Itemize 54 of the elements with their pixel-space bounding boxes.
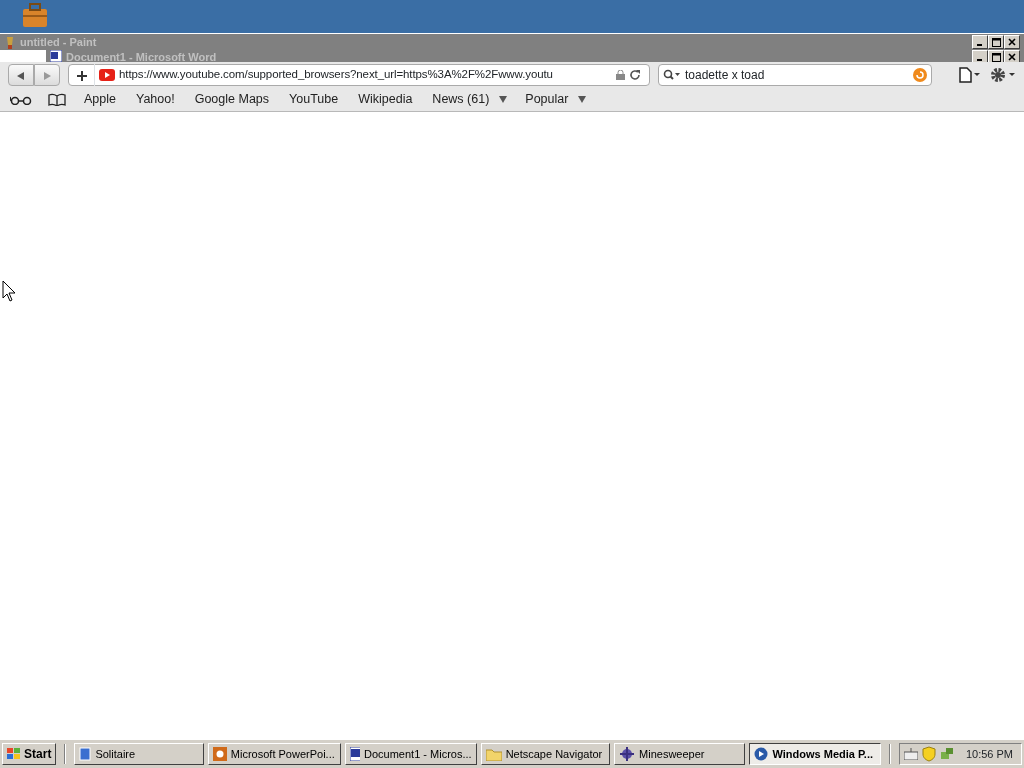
taskbar-button[interactable]: Document1 - Micros... <box>345 743 477 765</box>
play-icon <box>99 69 115 81</box>
url-text: https://www.youtube.com/supported_browsers?next_url=https%3A%2F%2Fwww.youtu <box>119 67 554 83</box>
keyboard-icon[interactable] <box>903 748 918 760</box>
start-button[interactable]: Start <box>2 743 57 765</box>
maximize-button[interactable] <box>988 35 1004 49</box>
bookmark-link[interactable]: Google Maps <box>192 90 272 109</box>
close-icon <box>1008 38 1016 47</box>
settings-icon[interactable] <box>990 67 1016 83</box>
bookmarks-icon[interactable] <box>48 93 66 106</box>
taskbar-button[interactable]: Solitaire <box>74 743 204 765</box>
minimize-button[interactable] <box>972 50 988 62</box>
card-icon <box>79 747 92 761</box>
maximize-icon <box>991 37 1001 47</box>
forward-icon <box>43 71 51 80</box>
search-field[interactable]: toadette x toad <box>658 64 932 86</box>
reload-icon[interactable] <box>629 69 641 81</box>
bookmark-menu[interactable]: Popular <box>523 90 571 109</box>
bookmark-link[interactable]: Apple <box>82 90 118 109</box>
folder-icon <box>485 747 502 761</box>
search-icon[interactable] <box>663 69 681 81</box>
close-icon <box>1008 53 1016 62</box>
paint-icon <box>4 35 16 49</box>
document-icon <box>50 50 62 62</box>
bookmark-menu[interactable]: News (61) <box>430 90 492 109</box>
document-icon <box>350 747 361 761</box>
taskbar-button[interactable]: Netscape Navigator <box>480 743 611 765</box>
taskbar-button[interactable]: Minesweeper <box>614 743 746 765</box>
taskbar-button[interactable]: Microsoft PowerPoi... <box>207 743 342 765</box>
back-icon <box>17 71 25 80</box>
play-icon <box>754 747 769 761</box>
clock: 10:56 PM <box>965 746 1013 762</box>
mine-icon <box>619 747 636 761</box>
window-title: untitled - Paint <box>20 35 97 50</box>
bookmark-link[interactable]: Yahoo! <box>134 90 177 109</box>
search-text: toadette x toad <box>685 67 766 84</box>
briefcase-icon[interactable] <box>20 0 50 30</box>
reading-list-icon[interactable] <box>10 94 32 105</box>
windows-logo-icon <box>7 748 21 760</box>
lock-icon <box>616 70 625 80</box>
plus-icon <box>76 70 87 81</box>
maximize-button[interactable] <box>988 50 1004 62</box>
close-button[interactable] <box>1004 50 1020 62</box>
taskbar-button[interactable]: Windows Media P... <box>749 743 881 765</box>
minimize-button[interactable] <box>972 35 988 49</box>
bookmark-link[interactable]: YouTube <box>287 90 341 109</box>
address-field[interactable]: https://www.youtube.com/supported_browsers?next_url=https%3A%2F%2Fwww.youtu <box>68 64 650 86</box>
back-button[interactable] <box>8 64 34 86</box>
page-menu-icon[interactable] <box>958 67 982 83</box>
window-title: Document1 - Microsoft Word <box>66 50 217 62</box>
presentation-icon <box>212 747 227 761</box>
bookmark-link[interactable]: Wikipedia <box>356 90 415 109</box>
maximize-icon <box>991 52 1001 62</box>
close-button[interactable] <box>1004 35 1020 49</box>
